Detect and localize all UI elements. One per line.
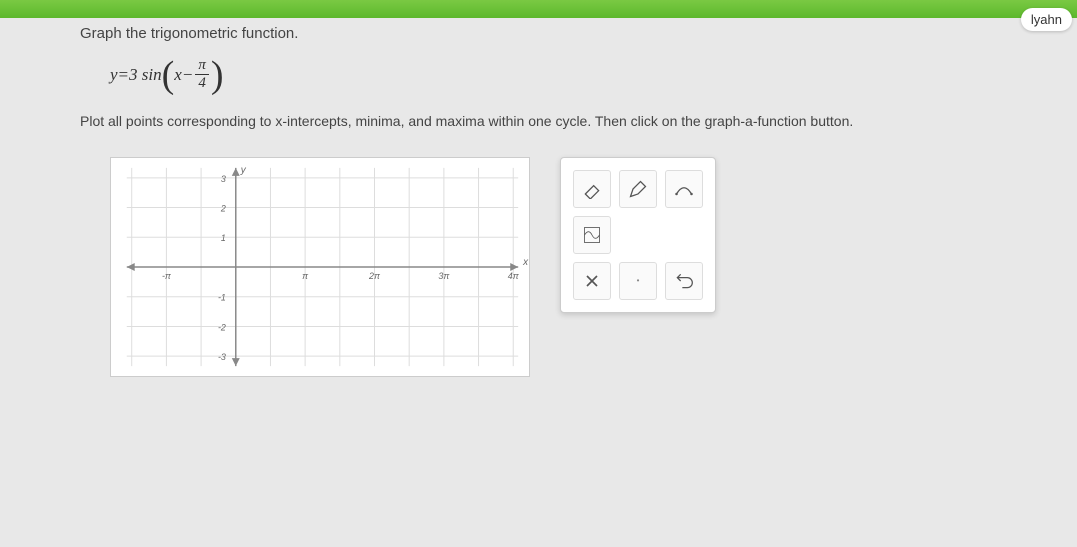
pencil-icon xyxy=(628,179,648,199)
eq-coef: 3 xyxy=(129,65,138,85)
eq-func: sin xyxy=(142,65,162,85)
top-banner xyxy=(0,0,1077,18)
eq-fraction: π 4 xyxy=(195,57,209,92)
question-title: Graph the trigonometric function. xyxy=(80,25,1037,42)
undo-tool[interactable] xyxy=(665,262,703,300)
graph-svg[interactable]: 3 2 1 -1 -2 -3 -π π 2π 3π 4π x y xyxy=(111,158,529,376)
x-tick: π xyxy=(302,270,309,280)
eq-var: x xyxy=(174,65,182,85)
x-tick: -π xyxy=(162,270,172,280)
y-axis-label: y xyxy=(240,164,247,175)
y-tick: -3 xyxy=(218,352,226,362)
graph-area[interactable]: 3 2 1 -1 -2 -3 -π π 2π 3π 4π x y xyxy=(110,157,530,377)
y-tick: 1 xyxy=(221,233,226,243)
help-tool[interactable]: • xyxy=(619,262,657,300)
x-tick: 3π xyxy=(438,270,450,280)
workspace: 3 2 1 -1 -2 -3 -π π 2π 3π 4π x y xyxy=(110,157,1037,377)
undo-icon xyxy=(674,271,694,291)
toolbox: • xyxy=(560,157,716,313)
x-tick: 2π xyxy=(368,270,381,280)
eq-minus: − xyxy=(182,65,193,85)
frac-den: 4 xyxy=(195,75,209,92)
clear-tool[interactable] xyxy=(573,262,611,300)
eraser-tool[interactable] xyxy=(573,170,611,208)
y-tick: 2 xyxy=(220,203,226,213)
curve-icon xyxy=(674,179,694,199)
question-content: Graph the trigonometric function. y = 3 … xyxy=(0,0,1077,397)
eraser-icon xyxy=(582,179,602,199)
close-icon xyxy=(582,271,602,291)
equation: y = 3 sin ( x − π 4 ) xyxy=(110,57,1037,92)
user-name: lyahn xyxy=(1031,12,1062,27)
frac-num: π xyxy=(195,57,209,75)
x-axis-label: x xyxy=(522,257,529,268)
y-tick: -1 xyxy=(218,292,226,302)
eq-equals: = xyxy=(118,65,129,85)
user-badge[interactable]: lyahn xyxy=(1021,8,1072,31)
graph-function-tool[interactable] xyxy=(573,216,611,254)
y-tick: -2 xyxy=(218,322,226,332)
eq-lhs: y xyxy=(110,65,118,85)
help-icon: • xyxy=(637,276,640,285)
pencil-tool[interactable] xyxy=(619,170,657,208)
x-tick: 4π xyxy=(508,270,520,280)
y-tick: 3 xyxy=(221,173,226,183)
instruction-text: Plot all points corresponding to x-inter… xyxy=(80,112,1037,132)
curve-tool[interactable] xyxy=(665,170,703,208)
graph-function-icon xyxy=(582,225,602,245)
